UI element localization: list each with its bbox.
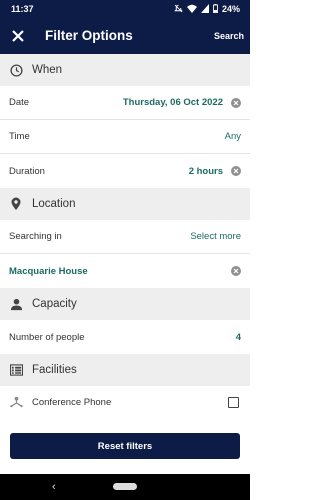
select-more-link[interactable]: Select more [190,231,241,242]
battery-icon [213,4,218,13]
clear-duration-icon[interactable] [231,166,241,176]
time-value[interactable]: Any [225,131,241,142]
page-title: Filter Options [45,28,133,43]
status-bar: 11:37 24% [0,0,250,17]
date-label: Date [9,97,30,108]
clear-location-icon[interactable] [231,266,241,276]
date-row[interactable]: Date Thursday, 06 Oct 2022 [0,86,250,120]
section-title-capacity: Capacity [32,298,77,310]
facility-label: Conference Phone [32,396,112,408]
section-when: When [0,54,250,86]
section-title-facilities: Facilities [32,364,77,376]
facilities-icon [9,363,23,377]
signal-icon [200,4,209,13]
system-nav-bar: ‹ [0,474,250,500]
date-value[interactable]: Thursday, 06 Oct 2022 [123,97,223,108]
mute-icon [174,4,183,13]
battery-percent: 24% [221,3,240,14]
conference-phone-checkbox[interactable] [228,396,239,408]
filter-list[interactable]: When Date Thursday, 06 Oct 2022 Time Any… [0,54,250,419]
status-icons: 24% [174,4,240,14]
people-row[interactable]: Number of people 4 [0,320,250,354]
time-row[interactable]: Time Any [0,120,250,154]
clear-date-icon[interactable] [231,97,241,108]
section-location: Location [0,188,250,220]
close-icon[interactable] [11,29,25,43]
searching-in-row[interactable]: Searching in Select more [0,220,250,254]
duration-row[interactable]: Duration 2 hours [0,154,250,188]
person-icon [9,297,23,311]
selected-location-row[interactable]: Macquarie House [0,254,250,288]
footer: Reset filters [0,419,250,474]
section-facilities: Facilities [0,354,250,386]
people-value[interactable]: 4 [236,332,241,343]
duration-value[interactable]: 2 hours [189,166,223,177]
back-icon[interactable]: ‹ [52,481,56,493]
section-title-when: When [32,64,63,76]
status-time: 11:37 [11,3,34,14]
facility-item-conference-phone[interactable]: Conference Phone [0,386,250,418]
clock-icon [9,63,23,77]
people-label: Number of people [9,331,85,343]
location-pin-icon [9,197,23,211]
duration-label: Duration [9,165,45,177]
app-bar: Filter Options Search [0,17,250,54]
selected-location-name: Macquarie House [9,265,88,277]
reset-filters-button[interactable]: Reset filters [10,433,240,459]
search-button[interactable]: Search [214,31,244,41]
searching-in-label: Searching in [9,231,62,242]
section-title-location: Location [32,198,76,210]
home-pill-icon[interactable] [113,483,137,490]
wifi-icon [186,4,197,13]
conference-phone-icon [9,395,23,409]
section-capacity: Capacity [0,288,250,320]
time-label: Time [9,131,30,142]
